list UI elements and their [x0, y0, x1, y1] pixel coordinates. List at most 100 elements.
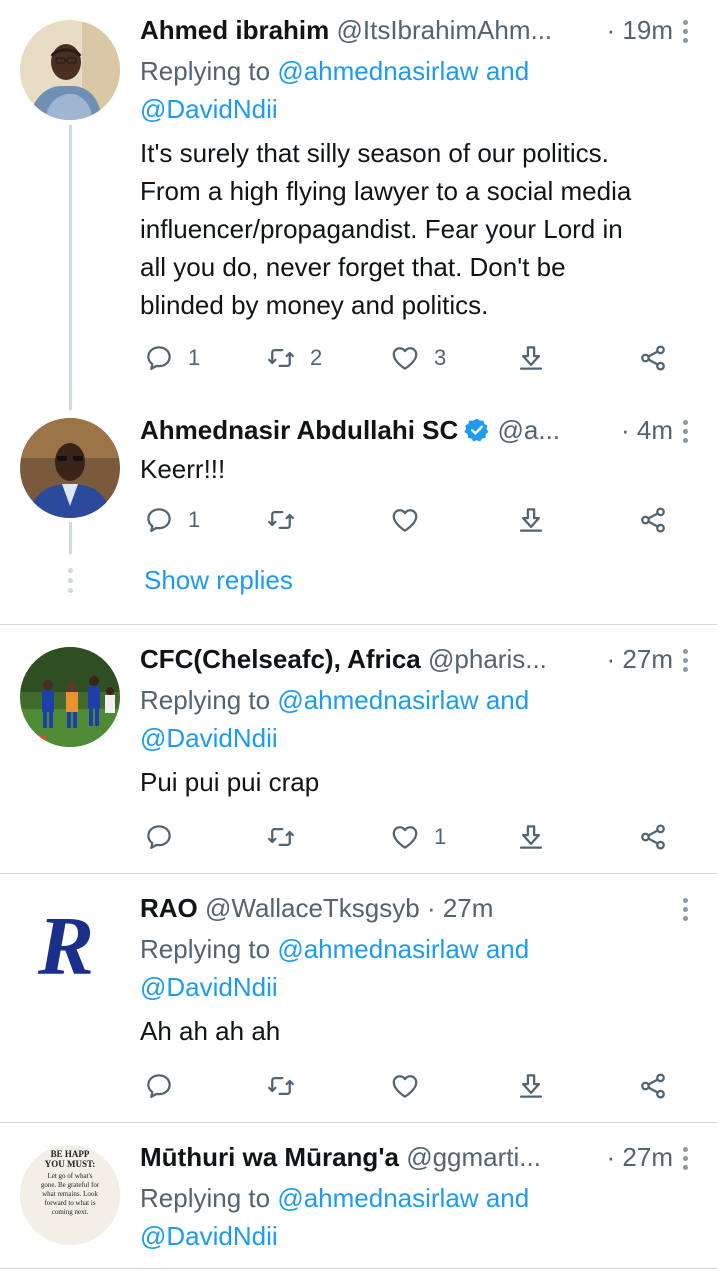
reply-count: 1 — [188, 507, 201, 532]
timestamp[interactable]: · 4m — [615, 412, 673, 448]
retweet-icon — [266, 505, 296, 535]
tweet-ahmednasir-abdullahi[interactable]: Ahmednasir Abdullahi SC @a... · 4m Keerr… — [0, 410, 717, 625]
replying-to: Replying to @ahmednasirlaw and @DavidNdi… — [140, 1179, 660, 1255]
download-button[interactable] — [516, 1066, 546, 1106]
like-button[interactable]: 3 — [390, 338, 446, 378]
download-icon — [516, 1071, 546, 1101]
tweet-header: CFC(Chelseafc), Africa @pharis... · 27m — [140, 641, 673, 677]
display-name[interactable]: CFC(Chelseafc), Africa — [140, 644, 421, 674]
avatar[interactable]: BE HAPP YOU MUST: Let go of what's gone.… — [20, 1145, 120, 1245]
download-button[interactable] — [516, 500, 546, 540]
replying-and[interactable]: and — [486, 56, 529, 86]
username[interactable]: @ItsIbrahimAhm... — [336, 15, 552, 45]
tweet-text-line: all you do, never forget that. Don't be — [140, 252, 566, 282]
tweet-header: Ahmed ibrahim @ItsIbrahimAhm... · 19m — [140, 12, 673, 48]
retweet-icon — [266, 343, 296, 373]
quote-line: YOU MUST: — [45, 1159, 96, 1169]
more-icon[interactable] — [681, 1143, 689, 1179]
tweet-text-line: influencer/propagandist. Fear your Lord … — [140, 214, 623, 244]
mention-link[interactable]: @DavidNdii — [140, 1221, 278, 1251]
share-button[interactable] — [638, 500, 668, 540]
reply-button[interactable] — [144, 1066, 174, 1106]
thread-line — [69, 125, 72, 410]
quote-line: Let go of what's — [47, 1172, 92, 1180]
username[interactable]: @WallaceTksgsyb · 27m — [205, 893, 493, 923]
share-button[interactable] — [638, 338, 668, 378]
avatar[interactable] — [20, 20, 120, 120]
retweet-button[interactable]: 2 — [266, 338, 322, 378]
mention-link[interactable]: @ahmednasirlaw — [277, 56, 478, 86]
share-button[interactable] — [638, 1066, 668, 1106]
tweet-text-line: From a high flying lawyer to a social me… — [140, 176, 632, 206]
more-icon[interactable] — [681, 416, 689, 452]
tweet-text: Keerr!!! — [140, 454, 226, 484]
retweet-count: 2 — [310, 345, 323, 370]
tweet-actions: 1 — [140, 500, 680, 540]
username[interactable]: @pharis... — [428, 644, 547, 674]
share-icon — [638, 505, 668, 535]
thread-line — [69, 522, 72, 554]
download-button[interactable] — [516, 338, 546, 378]
share-button[interactable] — [638, 817, 668, 857]
like-button[interactable] — [390, 1066, 420, 1106]
replying-prefix: Replying to — [140, 934, 271, 964]
retweet-icon — [266, 822, 296, 852]
quote-line: what remains. Look — [42, 1190, 98, 1198]
replying-and[interactable]: and — [486, 934, 529, 964]
show-replies-link[interactable]: Show replies — [144, 562, 293, 598]
replying-to: Replying to @ahmednasirlaw and @DavidNdi… — [140, 681, 660, 757]
display-name[interactable]: RAO — [140, 893, 198, 923]
replying-to: Replying to @ahmednasirlaw and @DavidNdi… — [140, 930, 660, 1006]
username[interactable]: @ggmarti... — [406, 1142, 541, 1172]
tweet-cfc-africa[interactable]: CFC(Chelseafc), Africa @pharis... · 27m … — [0, 625, 717, 873]
mention-link[interactable]: @ahmednasirlaw — [277, 1183, 478, 1213]
tweet-text: Ah ah ah ah — [140, 1016, 281, 1046]
retweet-button[interactable] — [266, 500, 296, 540]
share-icon — [638, 343, 668, 373]
timestamp[interactable]: · 27m — [600, 1139, 673, 1175]
like-icon — [390, 1071, 420, 1101]
timestamp[interactable]: · 19m — [600, 12, 673, 48]
display-name[interactable]: Mūthuri wa Mūrang'a — [140, 1142, 399, 1172]
more-icon[interactable] — [681, 894, 689, 930]
like-button[interactable] — [390, 500, 420, 540]
more-icon[interactable] — [681, 16, 689, 52]
rao-logo-letter: R — [37, 900, 94, 993]
like-count: 3 — [434, 345, 447, 370]
quote-line: forward to what is — [44, 1199, 95, 1207]
retweet-icon — [266, 1071, 296, 1101]
avatar[interactable]: R — [20, 896, 120, 996]
replying-and[interactable]: and — [486, 685, 529, 715]
reply-button[interactable]: 1 — [144, 338, 200, 378]
avatar[interactable] — [20, 418, 120, 518]
more-icon[interactable] — [681, 645, 689, 681]
quote-line: gone. Be grateful for — [41, 1181, 100, 1189]
download-button[interactable] — [516, 817, 546, 857]
replying-and[interactable]: and — [486, 1183, 529, 1213]
mention-link[interactable]: @ahmednasirlaw — [277, 934, 478, 964]
display-name[interactable]: Ahmednasir Abdullahi SC — [140, 415, 458, 445]
verified-badge-icon — [464, 418, 489, 442]
tweet-actions: 1 — [140, 817, 680, 857]
tweet-rao[interactable]: R RAO @WallaceTksgsyb · 27m Replying to … — [0, 874, 717, 1122]
mention-link[interactable]: @ahmednasirlaw — [277, 685, 478, 715]
reply-button[interactable] — [144, 817, 174, 857]
display-name[interactable]: Ahmed ibrahim — [140, 15, 329, 45]
replying-prefix: Replying to — [140, 685, 271, 715]
download-icon — [516, 343, 546, 373]
username[interactable]: @a... — [498, 415, 561, 445]
mention-link[interactable]: @DavidNdii — [140, 723, 278, 753]
reply-count: 1 — [188, 345, 201, 370]
like-icon — [390, 343, 420, 373]
tweet-muthuri-wa-muranga[interactable]: BE HAPP YOU MUST: Let go of what's gone.… — [0, 1123, 717, 1273]
timestamp[interactable]: · 27m — [600, 641, 673, 677]
retweet-button[interactable] — [266, 1066, 296, 1106]
retweet-button[interactable] — [266, 817, 296, 857]
tweet-ahmed-ibrahim[interactable]: Ahmed ibrahim @ItsIbrahimAhm... · 19m Re… — [0, 0, 717, 410]
mention-link[interactable]: @DavidNdii — [140, 972, 278, 1002]
like-button[interactable]: 1 — [390, 817, 446, 857]
reply-button[interactable]: 1 — [144, 500, 200, 540]
tweet-text: Pui pui pui crap — [140, 767, 320, 797]
avatar[interactable] — [20, 647, 120, 747]
mention-link[interactable]: @DavidNdii — [140, 94, 278, 124]
